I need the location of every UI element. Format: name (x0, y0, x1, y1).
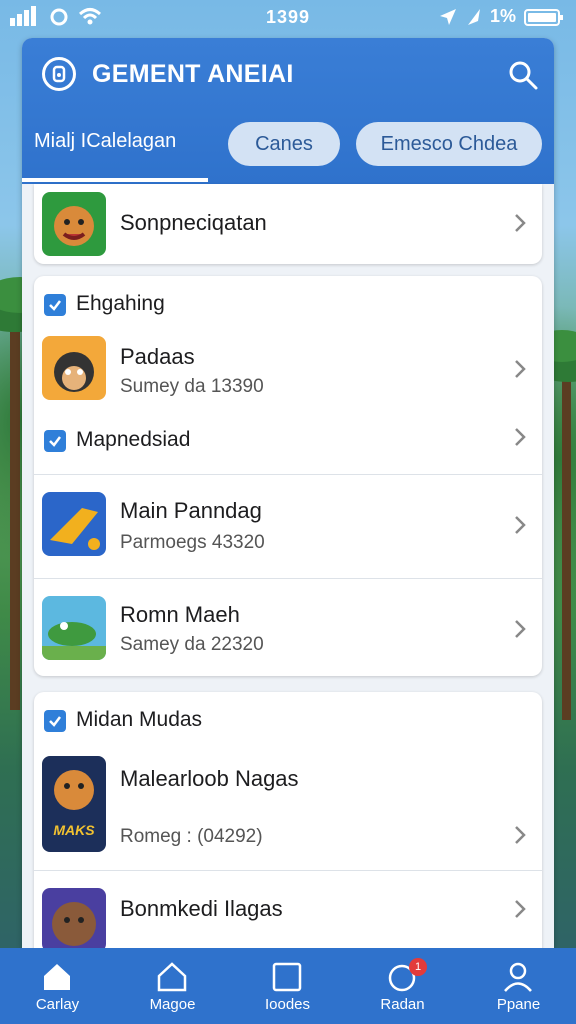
chevron-right-icon (515, 360, 526, 378)
game-thumbnail: MAKS (42, 756, 106, 852)
nav-label: Ppane (496, 996, 541, 1013)
item-title: Bonmkedi Ilagas (120, 896, 283, 921)
top-item-card[interactable]: Sonpneciqatan (34, 184, 542, 264)
status-bar: 1399 1% (0, 0, 576, 36)
chevron-right-icon (515, 428, 526, 446)
notification-badge: 1 (409, 958, 427, 976)
game-thumbnail (42, 336, 106, 400)
app-header: GEMENT ANEIAI Mialj ICalelagan Canes Eme… (22, 38, 554, 184)
house-outline-icon (157, 962, 187, 992)
list-item[interactable]: MAKS Malearloob Nagas Romeg : (04292) (34, 754, 542, 854)
item-title: Romn Maeh (120, 602, 240, 627)
group-checkbox[interactable] (44, 430, 66, 452)
group-checkbox[interactable] (44, 294, 66, 316)
nav-item-magoe[interactable]: Magoe (115, 948, 230, 1024)
location-icon (439, 8, 456, 25)
tab-canes[interactable]: Canes (228, 122, 340, 166)
chevron-right-icon (515, 214, 526, 232)
chevron-right-icon (515, 516, 526, 534)
nav-item-radan[interactable]: 1 Radan (345, 948, 460, 1024)
item-title: Malearloob Nagas (120, 766, 299, 791)
list-item[interactable]: Bonmkedi Ilagas (34, 884, 542, 948)
tab-main[interactable]: Mialj ICalelagan (34, 130, 176, 153)
list-item[interactable]: Romn Maeh Samey da 22320 (34, 592, 542, 672)
item-title: Padaas (120, 344, 195, 369)
group-card-2: Midan Mudas MAKS Malearloob Nagas Romeg … (34, 692, 542, 948)
nav-item-ppane[interactable]: Ppane (461, 948, 576, 1024)
game-thumbnail (42, 888, 106, 948)
sublabel: Mapnedsiad (76, 428, 191, 451)
tab-active-indicator (22, 178, 208, 182)
main-panel: GEMENT ANEIAI Mialj ICalelagan Canes Eme… (22, 38, 554, 948)
item-title: Main Panndag (120, 498, 262, 523)
thumbnail-logo-text: MAKS (53, 822, 95, 838)
nav-item-carlay[interactable]: Carlay (0, 948, 115, 1024)
game-thumbnail (42, 192, 106, 256)
signal-arrow-icon (467, 8, 480, 25)
group-label: Ehgahing (76, 292, 165, 315)
item-subtitle: Samey da 22320 (120, 634, 264, 655)
search-icon[interactable] (506, 58, 540, 92)
item-subtitle: Sumey da 13390 (120, 376, 264, 397)
tab-emesco[interactable]: Emesco Chdea (356, 122, 542, 166)
item-subtitle: Parmoegs 43320 (120, 532, 265, 553)
chevron-right-icon (515, 620, 526, 638)
chevron-right-icon (515, 826, 526, 844)
nav-label: Magoe (149, 996, 196, 1013)
divider (34, 578, 542, 579)
bottom-nav: Carlay Magoe Ioodes 1 Radan Ppane (0, 948, 576, 1024)
app-title: GEMENT ANEIAI (92, 60, 294, 88)
divider (34, 870, 542, 871)
nav-label: Carlay (35, 996, 80, 1013)
status-right: 1% (438, 6, 564, 27)
group-card-1: Ehgahing Padaas Sumey da 13390 Mapnedsia… (34, 276, 542, 676)
group-checkbox[interactable] (44, 710, 66, 732)
game-thumbnail (42, 492, 106, 556)
app-logo-icon (42, 57, 76, 91)
game-thumbnail (42, 596, 106, 660)
nav-label: Ioodes (264, 996, 311, 1013)
home-icon (44, 964, 70, 990)
battery-percent: 1% (489, 6, 516, 26)
square-icon (272, 962, 302, 992)
item-subtitle: Romeg : (04292) (120, 826, 263, 847)
group-label: Midan Mudas (76, 708, 203, 731)
item-title: Sonpneciqatan (120, 210, 267, 235)
battery-icon (524, 8, 563, 26)
list-item[interactable]: Main Panndag Parmoegs 43320 (34, 488, 542, 568)
nav-item-ioodes[interactable]: Ioodes (230, 948, 345, 1024)
person-icon (504, 962, 532, 992)
divider (34, 474, 542, 475)
list-item[interactable]: Padaas Sumey da 13390 (34, 334, 542, 414)
nav-label: Radan (380, 996, 425, 1013)
chevron-right-icon (515, 900, 526, 918)
